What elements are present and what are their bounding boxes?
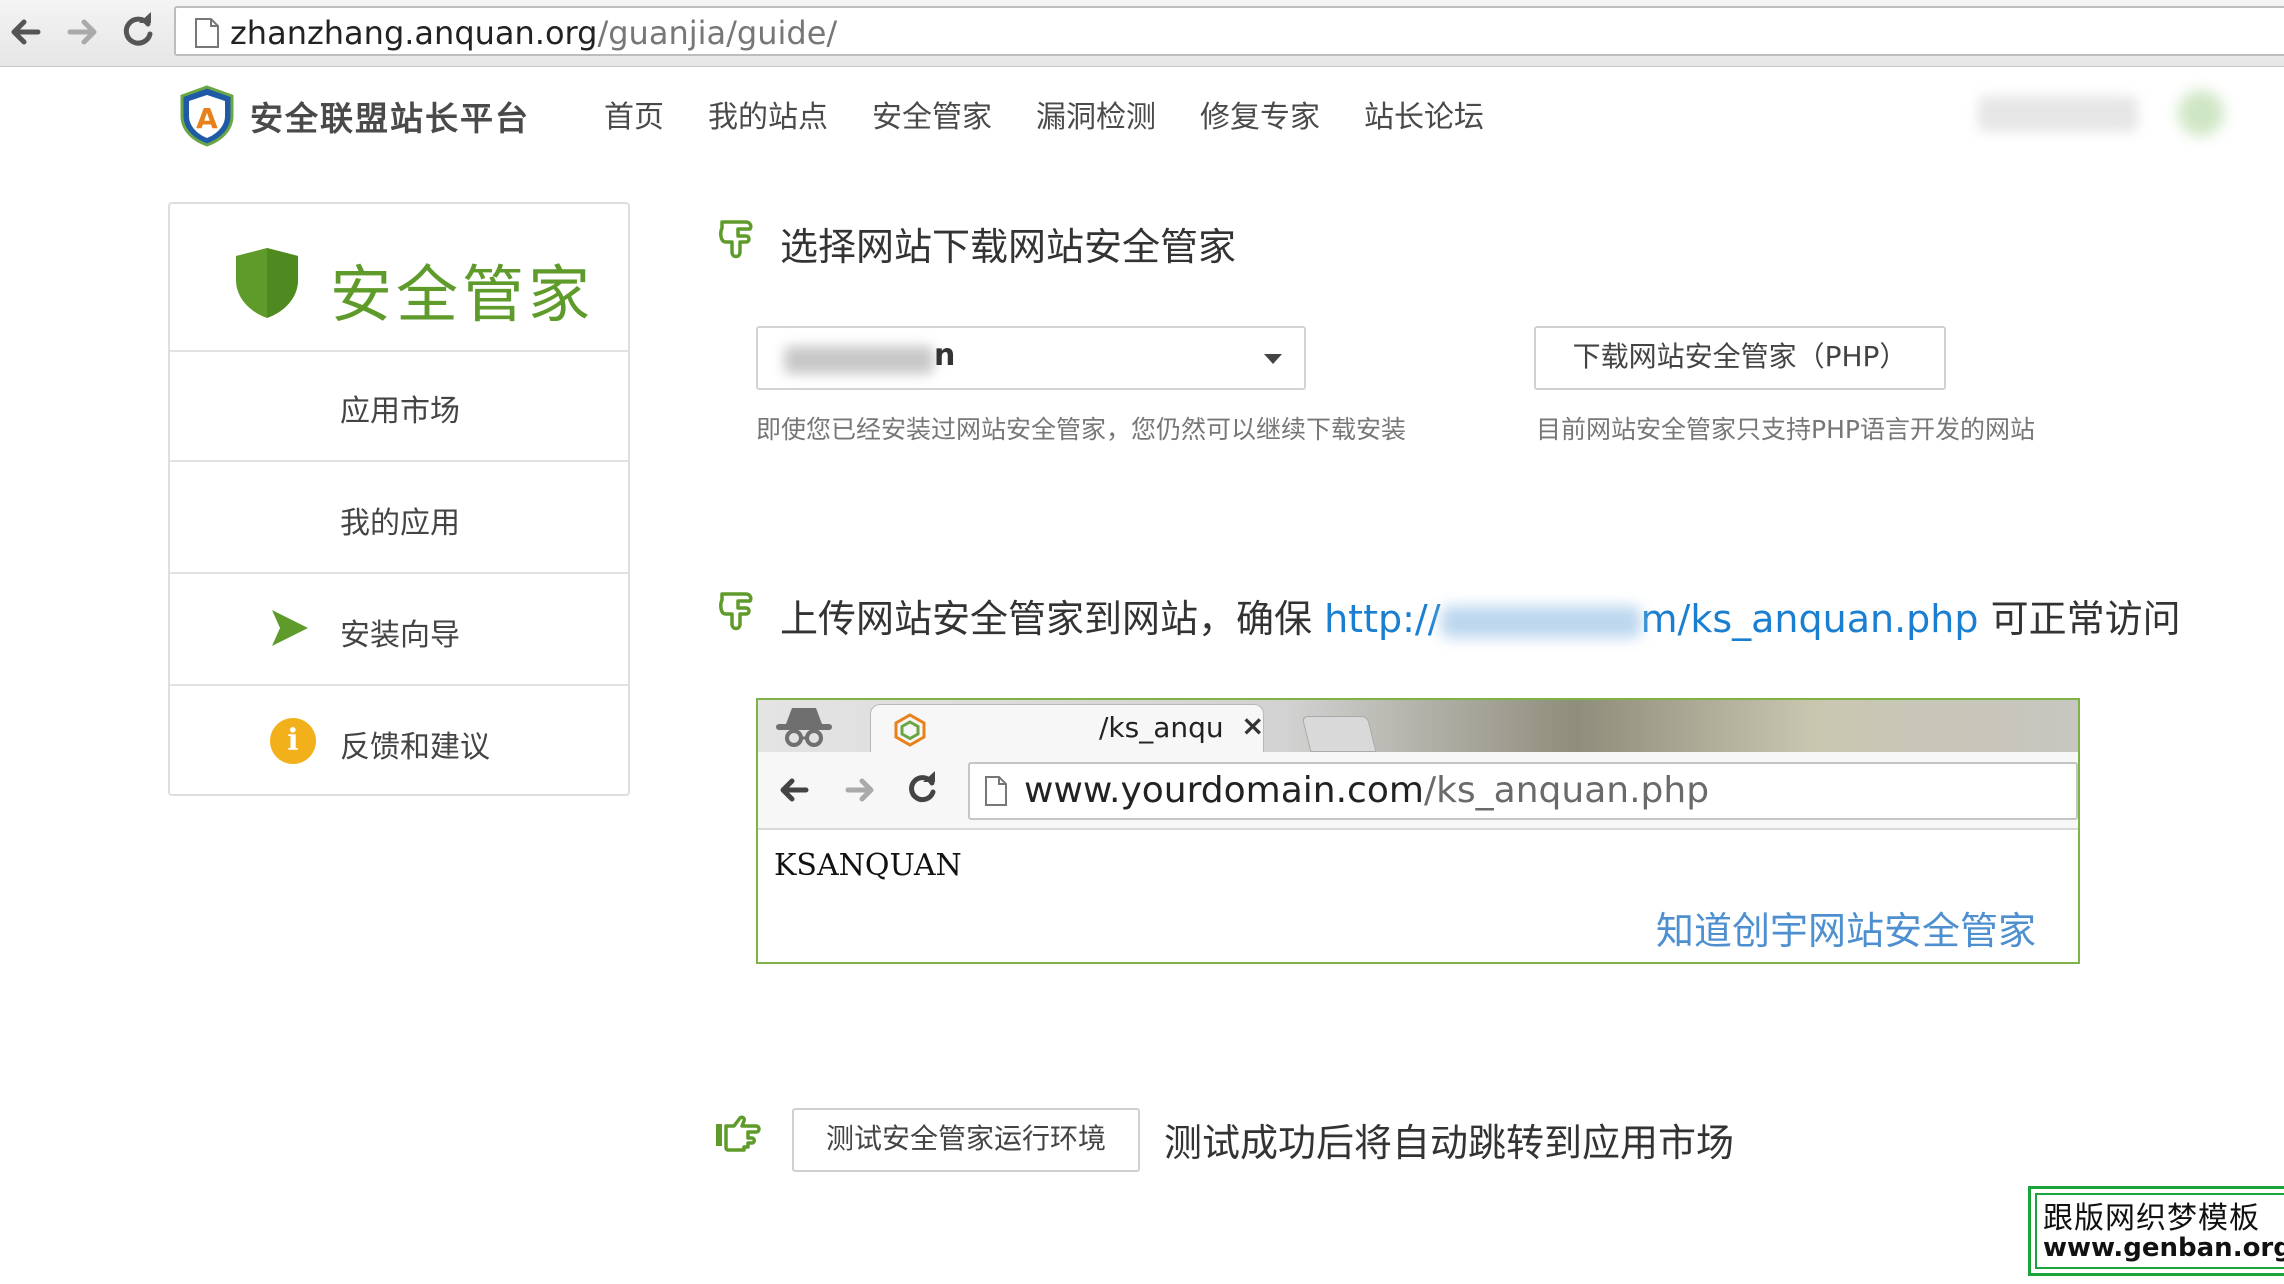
verify-link-end: m/ks_anquan.php (1640, 597, 1979, 641)
avatar[interactable] (2178, 90, 2224, 136)
step2-title-suffix: 可正常访问 (1978, 597, 2181, 641)
site-logo-text[interactable]: 安全联盟站长平台 (250, 92, 530, 140)
back-arrow-icon[interactable] (4, 10, 48, 54)
close-icon: × (1241, 709, 1265, 742)
demo-url-text: www.yourdomain.com/ks_anquan.php (1024, 770, 1709, 811)
sidebar-item-label: 反馈和建议 (340, 730, 490, 765)
reload-icon (909, 771, 936, 803)
test-environment-button[interactable]: 测试安全管家运行环境 (792, 1108, 1140, 1172)
demo-brand-text: 知道创宇网站安全管家 (1656, 909, 2037, 953)
sidebar-title: 安全管家 (330, 258, 595, 331)
ks-logo-icon (894, 713, 926, 747)
nav-security-manager[interactable]: 安全管家 (872, 92, 992, 136)
verify-link-blurred (1440, 605, 1641, 638)
sidebar: 安全管家 应用市场 我的应用 安装向导 i 反馈和建议 (168, 202, 630, 796)
sidebar-item-my-apps[interactable]: 我的应用 (170, 462, 628, 574)
url-domain: zhanzhang.anquan.org (230, 14, 598, 52)
chevron-down-icon (1264, 354, 1282, 364)
sidebar-item-label: 安装向导 (340, 618, 460, 653)
shield-icon (236, 248, 298, 318)
site-select-value: n (934, 338, 956, 373)
info-icon: i (270, 718, 316, 764)
demo-browser-screenshot: /ks_anqu × www.yourdomain.com/ks_anquan.… (756, 698, 2080, 964)
address-bar[interactable]: zhanzhang.anquan.org/guanjia/guide/ (174, 6, 2284, 56)
demo-url-domain: www.yourdomain.com (1024, 770, 1424, 811)
sidebar-item-feedback[interactable]: i 反馈和建议 (170, 686, 628, 796)
download-hint: 目前网站安全管家只支持PHP语言开发的网站 (1536, 415, 2035, 444)
step1-title: 选择网站下载网站安全管家 (780, 225, 1237, 269)
arrow-right-icon (272, 610, 308, 646)
step2-title-prefix: 上传网站安全管家到网站，确保 (780, 597, 1325, 641)
demo-tab-strip: /ks_anqu × (758, 700, 2078, 753)
demo-toolbar: www.yourdomain.com/ks_anquan.php (758, 752, 2078, 830)
reload-icon[interactable] (116, 10, 160, 54)
demo-tab-title: /ks_anqu (1099, 711, 1224, 744)
nav-home[interactable]: 首页 (604, 92, 664, 136)
page-icon (195, 18, 219, 48)
sidebar-item-label: 应用市场 (340, 394, 460, 429)
hand-point-down-icon (719, 220, 753, 259)
step3-text: 测试成功后将自动跳转到应用市场 (1164, 1121, 1735, 1165)
select-hint: 即使您已经安装过网站安全管家，您仍然可以继续下载安装 (756, 415, 1407, 444)
nav-my-sites[interactable]: 我的站点 (708, 92, 828, 136)
new-tab-icon (1301, 716, 1377, 752)
verify-link[interactable]: http:// m/ks_anquan.php (1324, 597, 1978, 641)
site-select[interactable]: n (756, 326, 1306, 390)
url-text: zhanzhang.anquan.org/guanjia/guide/ (230, 11, 837, 55)
nav-vuln-scan[interactable]: 漏洞检测 (1036, 92, 1156, 136)
verify-link-start: http:// (1324, 597, 1441, 641)
user-name-blurred[interactable] (1978, 96, 2138, 132)
back-arrow-icon (780, 778, 809, 802)
sidebar-item-install-guide[interactable]: 安装向导 (170, 574, 628, 686)
step2-title: 上传网站安全管家到网站，确保 http:// m/ks_anquan.php 可正… (780, 588, 2181, 643)
watermark: 跟版网织梦模板 www.genban.org (2028, 1186, 2284, 1276)
site-logo-icon[interactable]: A (174, 84, 240, 148)
demo-url-path: /ks_anquan.php (1423, 770, 1710, 811)
sidebar-item-app-market[interactable]: 应用市场 (170, 350, 628, 462)
hand-point-down-icon (719, 592, 753, 631)
svg-text:A: A (196, 102, 218, 135)
page-icon (985, 776, 1007, 806)
forward-arrow-icon (845, 778, 874, 802)
demo-tab: /ks_anqu × (870, 704, 1264, 753)
watermark-line1: 跟版网织梦模板 (2043, 1201, 2260, 1236)
hand-point-right-icon (716, 1115, 761, 1152)
demo-page-text: KSANQUAN (774, 848, 962, 883)
nav-forum[interactable]: 站长论坛 (1364, 92, 1484, 136)
nav-repair-expert[interactable]: 修复专家 (1200, 92, 1320, 136)
forward-arrow-icon[interactable] (60, 10, 104, 54)
watermark-line2: www.genban.org (2043, 1233, 2284, 1263)
browser-toolbar: zhanzhang.anquan.org/guanjia/guide/ (0, 0, 2284, 67)
download-php-button[interactable]: 下载网站安全管家（PHP） (1534, 326, 1946, 390)
sidebar-item-label: 我的应用 (340, 506, 460, 541)
url-path: /guanjia/guide/ (597, 14, 838, 52)
demo-address-bar: www.yourdomain.com/ks_anquan.php (968, 762, 2078, 820)
sidebar-header: 安全管家 (170, 204, 628, 352)
incognito-icon (776, 708, 832, 747)
site-select-blurred-value (784, 346, 934, 374)
